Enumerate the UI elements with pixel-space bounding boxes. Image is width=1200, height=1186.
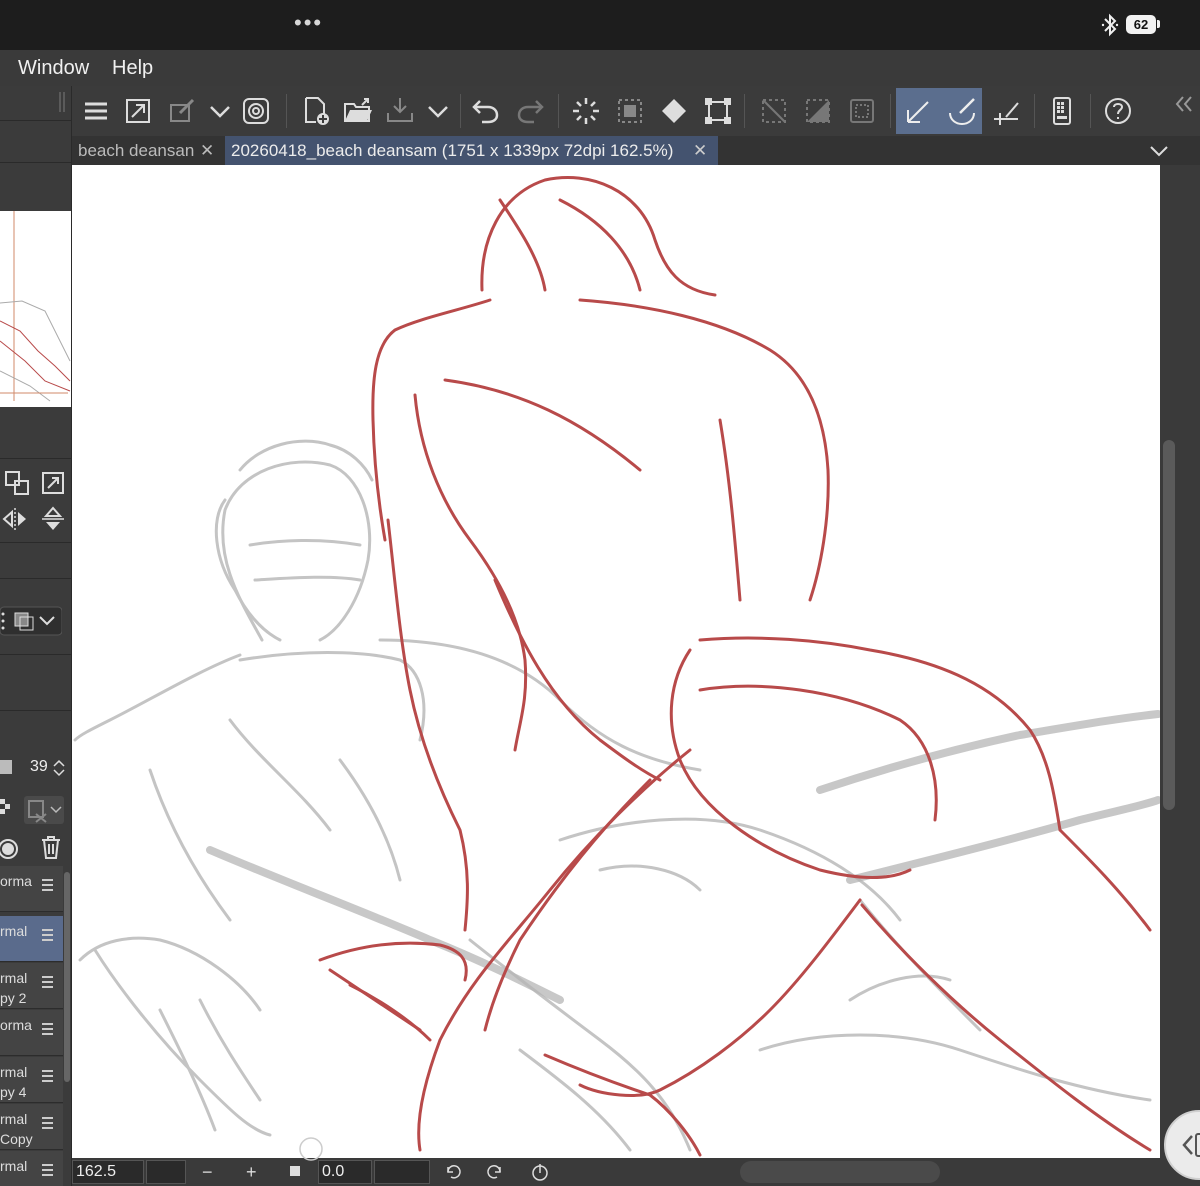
rotate-left-icon[interactable] — [444, 1163, 462, 1181]
record-icon[interactable] — [0, 836, 20, 862]
deselect-icon[interactable] — [758, 95, 790, 127]
layer-row-selected[interactable]: rmal — [0, 916, 63, 962]
menu-bar: Window Help — [0, 50, 1200, 86]
gray-figure-sketch — [73, 439, 1152, 1152]
open-folder-icon[interactable] — [342, 95, 374, 127]
layer-blend-dropdown[interactable] — [0, 606, 62, 636]
menu-help[interactable]: Help — [112, 57, 153, 80]
zoom-slider[interactable] — [146, 1160, 186, 1184]
chevron-down-icon[interactable] — [204, 95, 236, 127]
layer-name: rmal — [0, 1158, 28, 1174]
fill-icon[interactable] — [658, 95, 690, 127]
layer-row[interactable]: orma — [0, 866, 63, 912]
red-figure-sketch — [318, 176, 1152, 1157]
companion-mode-icon[interactable] — [1046, 95, 1078, 127]
gray-surface-strokes — [206, 710, 1160, 1004]
layer-grip-icon[interactable] — [42, 1117, 53, 1129]
delete-layer-icon[interactable] — [38, 834, 64, 860]
navigator-preview[interactable] — [0, 211, 71, 407]
snap-ruler-icon[interactable] — [902, 95, 934, 127]
layer-grip-icon[interactable] — [42, 976, 53, 988]
fit-view-icon[interactable] — [40, 470, 66, 496]
battery-tip — [1157, 20, 1160, 28]
brush-size-value[interactable]: 39 — [30, 758, 48, 776]
sketch-artwork — [73, 176, 1160, 1157]
bluetooth-icon — [1101, 13, 1119, 37]
flip-vertical-icon[interactable] — [40, 506, 66, 532]
fullscreen-icon[interactable] — [122, 95, 154, 127]
layer-grip-icon[interactable] — [42, 879, 53, 891]
fit-button[interactable] — [290, 1166, 300, 1176]
rotation-field[interactable]: 0.0 — [318, 1160, 372, 1184]
chevron-down-icon[interactable] — [422, 95, 454, 127]
vertical-scrollbar[interactable] — [1163, 440, 1175, 810]
collapse-panel-icon[interactable] — [1172, 92, 1196, 116]
rotation-slider[interactable] — [374, 1160, 430, 1184]
layer-grip-icon[interactable] — [42, 1164, 53, 1176]
layer-name: rmal — [0, 923, 28, 939]
opacity-swatch — [0, 760, 12, 774]
multitask-dots[interactable]: ••• — [294, 12, 323, 34]
selection-border-icon[interactable] — [846, 95, 878, 127]
undo-icon[interactable] — [470, 95, 502, 127]
layer-name: rmal py 2 — [0, 970, 28, 1006]
layer-row[interactable]: orma — [0, 1010, 63, 1056]
layer-row[interactable]: rmal — [0, 1151, 63, 1186]
status-bar: ••• 62 — [0, 0, 1200, 50]
layer-scrollbar[interactable] — [64, 872, 70, 1082]
tab-close-button[interactable]: ✕ — [200, 136, 220, 165]
layer-grip-icon[interactable] — [42, 929, 53, 941]
stepper-icon[interactable] — [52, 758, 66, 778]
layer-name: rmal py 4 — [0, 1064, 28, 1100]
flip-horizontal-icon[interactable] — [2, 506, 28, 532]
chevron-down-icon[interactable] — [1148, 140, 1170, 162]
layer-row[interactable]: rmal py 4 — [0, 1057, 63, 1103]
save-icon[interactable] — [384, 95, 416, 127]
quick-access-icon[interactable] — [240, 95, 272, 127]
zoom-out-button[interactable]: − — [202, 1162, 213, 1182]
panel-grip-icon[interactable] — [58, 92, 68, 112]
app-window: ••• 62 Window Help beach deansan ✕ 20260… — [0, 0, 1200, 1186]
transform-icon[interactable] — [702, 95, 734, 127]
reset-rotation-icon[interactable] — [530, 1162, 550, 1182]
canvas-status-bar: 162.5 − + 0.0 — [72, 1137, 1200, 1186]
layer-row[interactable]: rmal py 2 — [0, 963, 63, 1009]
select-all-icon[interactable] — [614, 95, 646, 127]
tab-current-document[interactable]: 20260418_beach deansam (1751 x 1339px 72… — [225, 136, 718, 165]
rotate-view-icon[interactable] — [4, 470, 30, 496]
battery-indicator: 62 — [1126, 15, 1156, 34]
horizontal-scrollbar[interactable] — [740, 1161, 940, 1183]
redo-icon[interactable] — [514, 95, 546, 127]
zoom-in-button[interactable]: + — [246, 1162, 257, 1182]
drawing-canvas[interactable] — [72, 165, 1160, 1158]
layer-grip-icon[interactable] — [42, 1070, 53, 1082]
reference-layer-icon[interactable] — [24, 796, 64, 824]
help-icon[interactable] — [1102, 95, 1134, 127]
layer-name: orma — [0, 873, 32, 889]
snap-special-ruler-icon[interactable] — [946, 95, 978, 127]
left-panel: 39 orma rmal rmal py 2 orma rmal py 4 rm… — [0, 86, 72, 1186]
rotate-right-icon[interactable] — [486, 1163, 504, 1181]
document-tabs: beach deansan ✕ 20260418_beach deansam (… — [72, 136, 1200, 165]
zoom-field[interactable]: 162.5 — [72, 1160, 144, 1184]
menu-icon[interactable] — [80, 95, 112, 127]
layer-grip-icon[interactable] — [42, 1023, 53, 1035]
invert-selection-icon[interactable] — [802, 95, 834, 127]
layer-mask-icon[interactable] — [0, 796, 12, 822]
chevron-left-icon — [1182, 1133, 1200, 1157]
smart-paint-icon[interactable] — [166, 95, 198, 127]
snap-grid-icon[interactable] — [990, 95, 1022, 127]
command-bar — [72, 86, 1200, 136]
tab-label: beach deansan — [78, 141, 195, 160]
clear-selection-icon[interactable] — [570, 95, 602, 127]
touch-indicator — [299, 1137, 323, 1161]
menu-window[interactable]: Window — [18, 57, 89, 80]
layer-name: orma — [0, 1017, 32, 1033]
layer-name: rmal Copy — [0, 1111, 33, 1147]
new-canvas-icon[interactable] — [300, 95, 332, 127]
tab-close-button[interactable]: ✕ — [693, 136, 707, 165]
layer-row[interactable]: rmal Copy — [0, 1104, 63, 1150]
tab-label: 20260418_beach deansam (1751 x 1339px 72… — [231, 141, 674, 160]
